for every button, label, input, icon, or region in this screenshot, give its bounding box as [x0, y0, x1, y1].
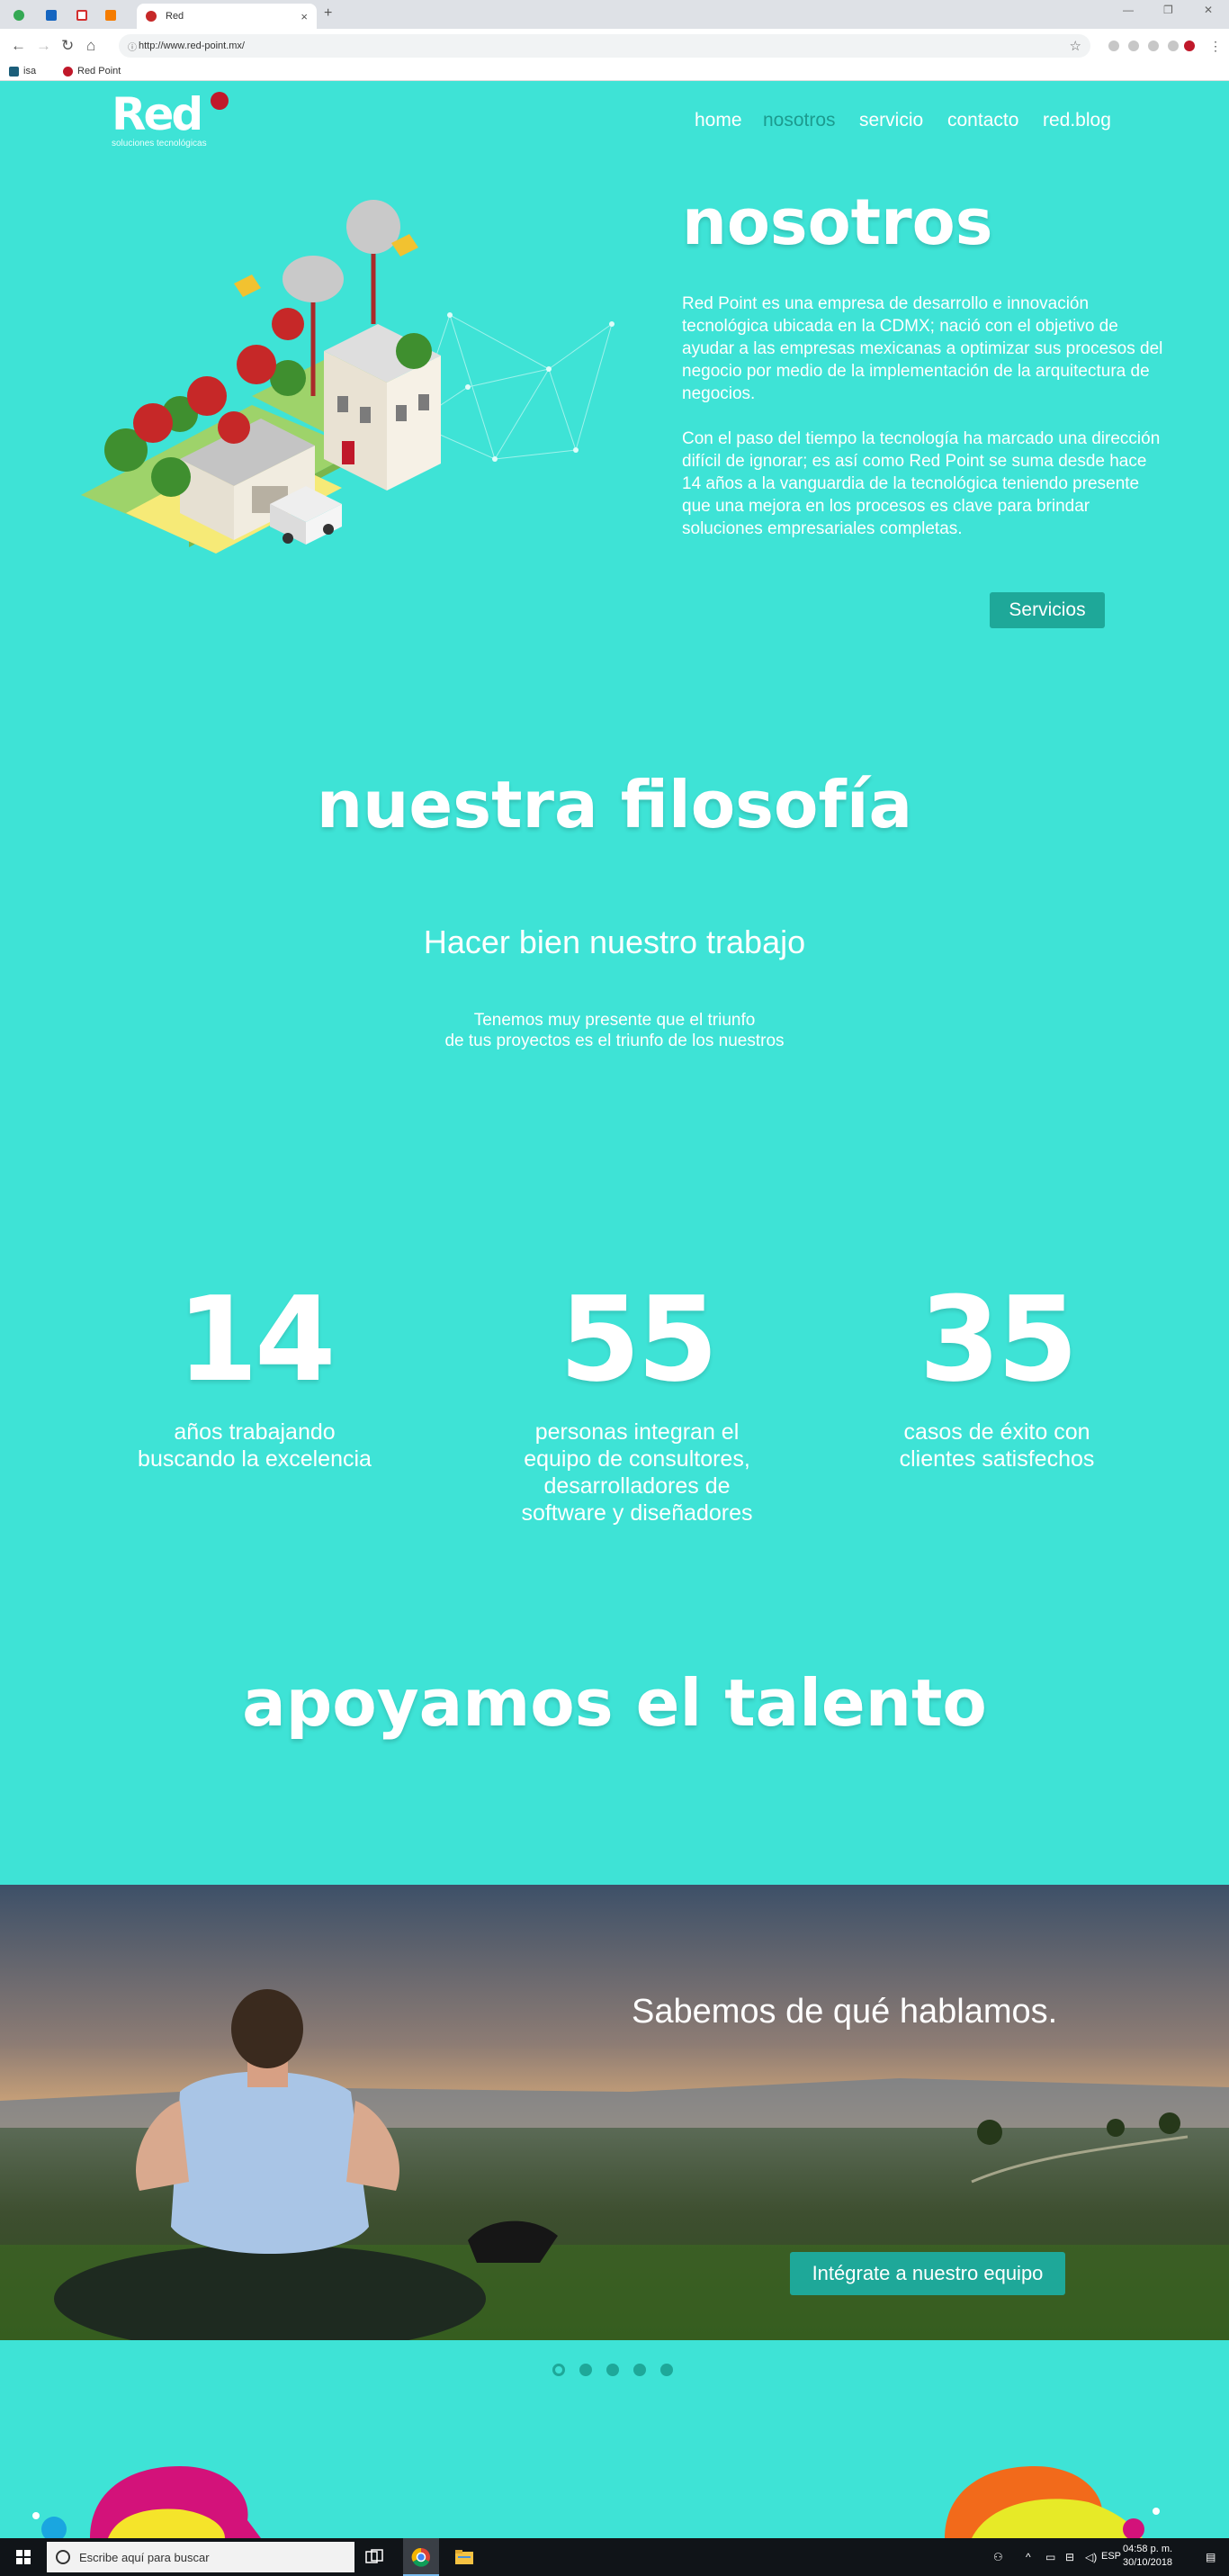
chrome-icon: [411, 2547, 430, 2567]
stat-years: 14 años trabajando buscando la excelenci…: [93, 1276, 417, 1473]
taskbar-search-placeholder: Escribe aquí para buscar: [79, 2550, 210, 2564]
bookmark-label: isa: [23, 66, 37, 77]
taskbar-search-input[interactable]: Escribe aquí para buscar: [47, 2542, 354, 2572]
extension-icon[interactable]: [1128, 41, 1139, 51]
image-slider[interactable]: Sabemos de qué hablamos. Intégrate a nue…: [0, 1885, 1229, 2340]
cortana-icon: [56, 2550, 70, 2564]
nav-home[interactable]: home: [695, 110, 742, 131]
window-close-icon[interactable]: ✕: [1204, 4, 1213, 16]
stat-label-line: software y diseñadores: [521, 1500, 753, 1526]
stat-label-line: buscando la excelencia: [138, 1446, 372, 1472]
stat-label-line: personas integran el: [534, 1419, 740, 1445]
chrome-taskbar-button[interactable]: [403, 2538, 439, 2576]
stat-label-line: casos de éxito con: [903, 1419, 1090, 1445]
browser-tab-active[interactable]: Red ×: [137, 4, 317, 29]
url-field[interactable]: ⓘ http://www.red-point.mx/ ☆: [119, 34, 1090, 58]
slider-dot-4[interactable]: [633, 2364, 646, 2376]
notification-icon[interactable]: ▭: [1045, 2551, 1055, 2563]
nav-red-blog[interactable]: red.blog: [1043, 110, 1111, 131]
filosofia-line-1: Tenemos muy presente que el triunfo: [473, 1011, 756, 1030]
nav-contacto[interactable]: contacto: [947, 110, 1018, 131]
stat-number: 55: [559, 1271, 719, 1408]
paint-splash-heads-art: [32, 2466, 1160, 2538]
stat-label-line: desarrolladores de: [543, 1473, 731, 1499]
language-indicator[interactable]: ESP: [1101, 2551, 1121, 2562]
stat-people: 55 personas integran el equipo de consul…: [475, 1276, 799, 1527]
filosofia-subtitle: Hacer bien nuestro trabajo: [423, 923, 806, 960]
minimize-icon[interactable]: —: [1123, 4, 1134, 16]
maximize-icon[interactable]: ❐: [1163, 4, 1173, 16]
clock-date: 30/10/2018: [1123, 2557, 1173, 2568]
logo-tagline: soluciones tecnológicas: [112, 139, 207, 149]
servicios-button[interactable]: Servicios: [990, 592, 1105, 628]
bookmark-label: Red Point: [77, 66, 121, 77]
bookmark-red-point[interactable]: Red Point: [63, 66, 121, 77]
tray-overflow-icon[interactable]: ^: [1026, 2551, 1031, 2563]
profile-icon[interactable]: [1184, 41, 1195, 51]
action-center-icon[interactable]: ▤: [1206, 2551, 1216, 2563]
nosotros-paragraph-2: Con el paso del tiempo la tecnología ha …: [682, 429, 1161, 538]
slider-dot-3[interactable]: [606, 2364, 619, 2376]
tab-favicon-icon: [146, 11, 157, 22]
pinned-tab-outlook[interactable]: [41, 5, 61, 25]
bookmark-isa[interactable]: isa: [9, 66, 36, 77]
nav-nosotros[interactable]: nosotros: [763, 110, 836, 131]
section-title-filosofia: nuestra filosofía: [316, 767, 913, 842]
stat-label-line: equipo de consultores,: [524, 1446, 750, 1472]
nosotros-paragraph-1: Red Point es una empresa de desarrollo e…: [682, 294, 1163, 403]
volume-icon[interactable]: ◁): [1085, 2551, 1097, 2563]
isometric-campus-illustration: [81, 200, 614, 554]
stat-label: personas integran el equipo de consultor…: [475, 1419, 799, 1527]
pinned-tab-orange[interactable]: [101, 5, 121, 25]
stat-success-cases: 35 casos de éxito con clientes satisfech…: [835, 1276, 1159, 1473]
slider-dot-1[interactable]: [552, 2364, 565, 2376]
task-view-icon[interactable]: [364, 2547, 384, 2567]
forward-icon[interactable]: →: [36, 37, 51, 55]
home-icon[interactable]: ⌂: [86, 37, 95, 55]
slider-pagination: [552, 2364, 673, 2376]
windows-start-icon[interactable]: [16, 2550, 31, 2564]
logo-word: Red: [112, 88, 203, 140]
filosofia-line-2: de tus proyectos es el triunfo de los nu…: [444, 1031, 785, 1050]
stat-number: 14: [176, 1271, 336, 1408]
reload-icon[interactable]: ↻: [61, 37, 74, 55]
extension-icon[interactable]: [1148, 41, 1159, 51]
people-icon[interactable]: ⚇: [993, 2551, 1003, 2563]
info-icon[interactable]: ⓘ: [128, 40, 137, 53]
windows-taskbar: Escribe aquí para buscar ⚇ ^ ▭ ⊟ ◁) ESP …: [0, 2538, 1229, 2576]
file-explorer-icon[interactable]: [454, 2547, 474, 2567]
section-title-nosotros: nosotros: [682, 185, 993, 259]
bookmarks-bar: isa Red Point: [0, 63, 1229, 81]
close-tab-icon[interactable]: ×: [301, 10, 308, 23]
pinned-tab-1[interactable]: [9, 5, 29, 25]
browser-tab-bar: Red × + — ❐ ✕: [0, 0, 1229, 29]
stat-label-line: clientes satisfechos: [899, 1446, 1095, 1472]
slide-caption: Sabemos de qué hablamos.: [632, 1993, 1058, 2031]
network-icon[interactable]: ⊟: [1065, 2551, 1074, 2563]
section-title-talento: apoyamos el talento: [242, 1665, 987, 1741]
stat-label: años trabajando buscando la excelencia: [93, 1419, 417, 1473]
new-tab-icon[interactable]: +: [324, 5, 332, 22]
stat-label: casos de éxito con clientes satisfechos: [835, 1419, 1159, 1473]
stat-number: 35: [919, 1271, 1079, 1408]
bookmark-star-icon[interactable]: ☆: [1070, 38, 1081, 54]
url-text: http://www.red-point.mx/: [139, 41, 245, 51]
tab-title: Red: [166, 11, 184, 22]
address-bar: ← → ↻ ⌂ ⓘ http://www.red-point.mx/ ☆ ⋮: [0, 29, 1229, 63]
stat-label-line: años trabajando: [174, 1419, 336, 1445]
extension-icon[interactable]: [1168, 41, 1179, 51]
nav-servicio[interactable]: servicio: [859, 110, 923, 131]
taskbar-clock[interactable]: 04:58 p. m. 30/10/2018: [1123, 2543, 1172, 2570]
menu-icon[interactable]: ⋮: [1209, 37, 1222, 55]
extension-icon[interactable]: [1108, 41, 1119, 51]
clock-time: 04:58 p. m.: [1123, 2544, 1173, 2554]
slider-dot-5[interactable]: [660, 2364, 673, 2376]
site-logo[interactable]: Red soluciones tecnológicas: [112, 88, 229, 149]
back-icon[interactable]: ←: [11, 37, 26, 55]
logo-dot: [211, 92, 229, 110]
join-team-button[interactable]: Intégrate a nuestro equipo: [790, 2252, 1065, 2295]
slider-dot-2[interactable]: [579, 2364, 592, 2376]
pinned-tab-acrobat[interactable]: [72, 5, 92, 25]
